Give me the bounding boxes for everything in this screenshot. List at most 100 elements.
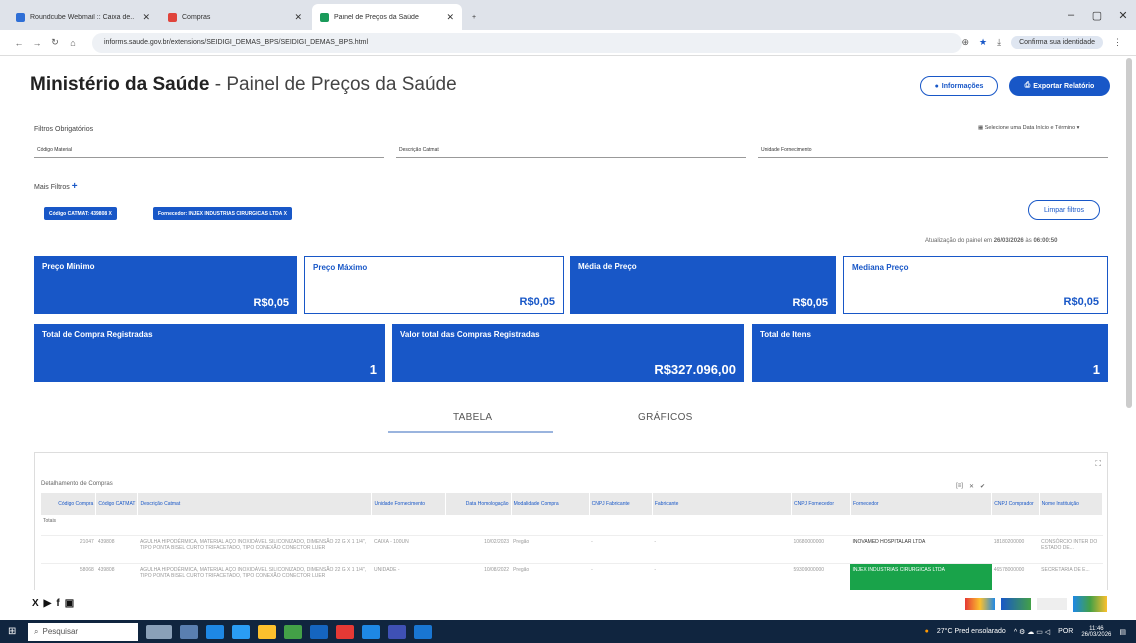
app-icon[interactable] <box>336 624 354 639</box>
taskbar-widget-icon[interactable] <box>146 624 172 639</box>
x-social-icon[interactable]: X <box>32 598 39 609</box>
supply-unit-field[interactable]: Unidade Fornecimento <box>758 143 1108 158</box>
app-icon[interactable] <box>284 624 302 639</box>
youtube-icon[interactable]: ▶ <box>44 598 52 609</box>
app-icon[interactable] <box>388 624 406 639</box>
col-header[interactable]: Data Homologação <box>445 493 512 515</box>
tab-table[interactable]: TABELA <box>453 412 492 423</box>
more-filters-button[interactable]: Mais Filtros + <box>34 181 78 192</box>
col-header[interactable]: Código Compra <box>41 493 97 515</box>
page-scrollbar[interactable] <box>1126 58 1132 408</box>
maximize-icon[interactable]: ▢ <box>1084 9 1110 22</box>
confirm-selection-icon[interactable]: ✔ <box>980 483 985 490</box>
cell: Pregão <box>511 563 590 592</box>
updated-at: às <box>1025 238 1032 244</box>
col-header[interactable]: Fabricante <box>652 493 792 515</box>
card-label: Mediana Preço <box>852 263 909 272</box>
windows-start-icon[interactable]: ⊞ <box>8 626 16 637</box>
clear-filters-button[interactable]: Limpar filtros <box>1028 200 1100 220</box>
taskview-icon[interactable] <box>180 624 198 639</box>
cell: SECRETARIA DE E... <box>1039 563 1103 592</box>
updated-time: 06:00:50 <box>1033 238 1058 244</box>
back-icon[interactable]: ← <box>10 38 28 48</box>
close-tab-icon[interactable]: ✕ <box>446 12 454 23</box>
tab-charts[interactable]: GRÁFICOS <box>638 412 693 423</box>
notification-icon[interactable]: ▤ <box>1119 628 1126 636</box>
cell: - <box>652 563 792 592</box>
cancel-selection-icon[interactable]: ✕ <box>969 483 974 490</box>
clock-date: 26/03/2026 <box>1081 631 1112 638</box>
taskbar-search[interactable]: ⌕ Pesquisar <box>28 622 138 641</box>
close-tab-icon[interactable]: ✕ <box>142 12 150 23</box>
more-filters-label: Mais Filtros <box>34 184 70 191</box>
identity-button[interactable]: Confirma sua identidade <box>1011 36 1103 49</box>
col-header[interactable]: CNPJ Fabricante <box>589 493 653 515</box>
info-button[interactable]: ● Informações <box>920 76 998 96</box>
card-label: Preço Máximo <box>313 263 368 272</box>
last-updated: Atualização do painel em 26/03/2026 às 0… <box>925 238 1057 244</box>
window-controls: – ▢ ✕ <box>1058 0 1136 30</box>
home-icon[interactable]: ⌂ <box>64 38 82 48</box>
weather-text[interactable]: 27°C Pred ensolarado <box>937 628 1006 635</box>
clock[interactable]: 11:46 26/03/2026 <box>1081 626 1111 638</box>
browser-tab-webmail[interactable]: Roundcube Webmail :: Caixa de... ✕ <box>8 4 158 30</box>
card-value: 1 <box>369 362 377 377</box>
explorer-icon[interactable] <box>258 624 276 639</box>
close-window-icon[interactable]: ✕ <box>1110 9 1136 22</box>
table-row[interactable]: 21047 439808 AGULHA HIPODÉRMICA, MATERIA… <box>41 535 1103 564</box>
language-indicator[interactable]: POR <box>1058 628 1073 635</box>
browser-tab-compras[interactable]: Compras ✕ <box>160 4 310 30</box>
filter-chip-catmat[interactable]: Código CATMAT: 439808 X <box>44 207 117 220</box>
col-header[interactable]: Modalidade Compra <box>511 493 590 515</box>
store-icon[interactable] <box>206 624 224 639</box>
date-picker-label: Selecione uma Data Início e Término <box>984 125 1076 131</box>
menu-icon[interactable]: ⋮ <box>1113 37 1122 48</box>
chrome-icon[interactable] <box>310 624 328 639</box>
tray-icons[interactable]: ^ ⚙ ☁ ▭ ◁ <box>1014 628 1050 636</box>
outlook-icon[interactable] <box>362 624 380 639</box>
table-row[interactable]: 58068 439808 AGULHA HIPODÉRMICA, MATERIA… <box>41 563 1103 592</box>
col-header[interactable]: CNPJ Comprador <box>991 493 1040 515</box>
material-code-label: Código Material <box>37 147 73 153</box>
cell: 59309000000 <box>791 563 851 592</box>
reload-icon[interactable]: ↻ <box>46 37 64 48</box>
flickr-icon[interactable]: ▣ <box>65 598 74 609</box>
brasil-logo-icon <box>1073 596 1107 612</box>
teams-icon[interactable] <box>414 624 432 639</box>
cell: 439808 <box>95 563 138 592</box>
cell: 21047 <box>41 535 96 564</box>
filter-chip-supplier[interactable]: Fornecedor: INJEX INDUSTRIAS CIRURGICAS … <box>153 207 292 220</box>
bookmark-star-icon[interactable]: ★ <box>979 37 987 48</box>
minimize-icon[interactable]: – <box>1058 9 1084 21</box>
download-icon[interactable]: ⤓ <box>997 37 1001 48</box>
col-header[interactable]: Nome Instituição <box>1039 493 1104 515</box>
col-header[interactable]: Descrição Catmat <box>137 493 373 515</box>
browser-tab-painel[interactable]: Painel de Preços da Saúde ✕ <box>312 4 462 30</box>
card-label: Valor total das Compras Registradas <box>400 330 540 339</box>
col-header[interactable]: Unidade Fornecimento <box>371 493 447 515</box>
purchases-table-panel: ⛶ Detalhamento de Compras [≡] ✕ ✔ Código… <box>34 452 1108 608</box>
cell: 439808 <box>95 535 138 564</box>
selection-menu-icon[interactable]: [≡] <box>956 483 963 490</box>
zoom-icon[interactable]: ⊕ <box>962 37 970 48</box>
material-code-field[interactable]: Código Material <box>34 143 384 158</box>
facebook-icon[interactable]: f <box>56 598 59 609</box>
date-range-picker[interactable]: ▦ Selecione uma Data Início e Término ▾ <box>978 125 1079 131</box>
col-header[interactable]: CNPJ Fornecedor <box>791 493 851 515</box>
browser-tab-strip: Roundcube Webmail :: Caixa de... ✕ Compr… <box>0 0 1136 30</box>
info-button-label: Informações <box>941 82 984 90</box>
catmat-description-label: Descrição Catmat <box>399 147 439 153</box>
url-field[interactable]: informs.saude.gov.br/extensions/SEIDIGI_… <box>92 32 962 53</box>
fullscreen-icon[interactable]: ⛶ <box>1095 459 1101 469</box>
col-header[interactable]: Fornecedor <box>850 493 993 515</box>
new-tab-button[interactable]: + <box>464 4 484 30</box>
export-report-button[interactable]: ⎙ Exportar Relatório <box>1009 76 1110 96</box>
forward-icon[interactable]: → <box>28 38 46 48</box>
col-header[interactable]: Código CATMAT <box>95 493 139 515</box>
edge-icon[interactable] <box>232 624 250 639</box>
cell: AGULHA HIPODÉRMICA, MATERIAL AÇO INOXIDÁ… <box>137 535 372 564</box>
cell: INOVAMED HOSPITALAR LTDA <box>850 535 992 564</box>
close-tab-icon[interactable]: ✕ <box>294 12 302 23</box>
table-title: Detalhamento de Compras <box>41 481 113 487</box>
catmat-description-field[interactable]: Descrição Catmat <box>396 143 746 158</box>
